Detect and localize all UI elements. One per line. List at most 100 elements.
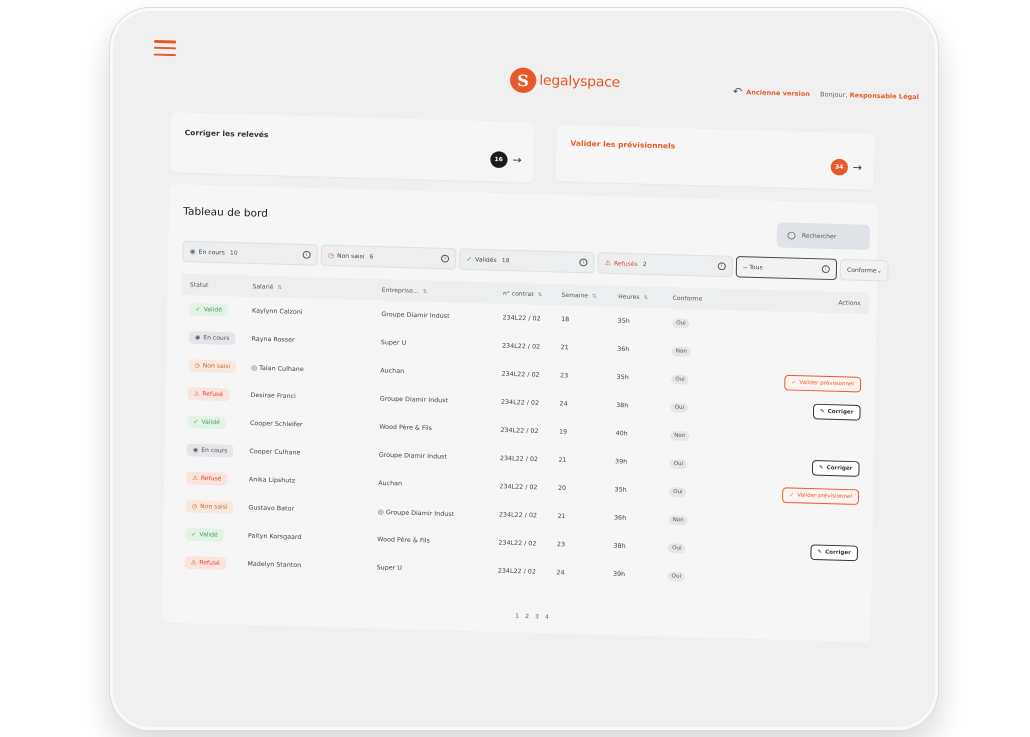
page-link[interactable]: 4 <box>545 614 549 621</box>
column-header[interactable]: n° contrat ⇅ <box>495 282 554 305</box>
filter-label: Refusés <box>613 259 638 268</box>
filter-en-cours[interactable]: ◉ En cours 10 i <box>182 240 318 266</box>
company-cell: Super U <box>372 328 494 359</box>
warning-icon: ⚠ <box>193 390 200 398</box>
company-name: Auchan <box>378 479 403 488</box>
fix-button[interactable]: ✎ Corriger <box>812 403 861 421</box>
fix-card-action[interactable]: 16 → <box>489 151 522 169</box>
actions-cell: ✎ Corriger <box>720 535 864 567</box>
logo: S legalyspace <box>509 67 620 95</box>
search-input[interactable]: ○ Rechercher <box>776 222 871 251</box>
conform-cell: Oui <box>659 562 720 592</box>
employee-name: Kaylynn Calzoni <box>252 307 303 316</box>
status-badge: ⚠ Refusé <box>187 387 230 402</box>
status-cell: ✓ Validé <box>179 408 242 438</box>
all-select[interactable]: -- Tous i <box>735 256 838 281</box>
validate-forecast-button[interactable]: ✓ Valider prévisionnel <box>784 374 862 392</box>
actions-cell <box>724 310 868 342</box>
conform-pill: Oui <box>672 317 690 329</box>
employee-cell: Kaylynn Calzoni <box>244 297 374 329</box>
validate-forecasts-card[interactable]: Valider les prévisionnels 34 → <box>555 124 875 190</box>
employee-cell: Gustavo Bator <box>240 494 370 526</box>
conform-cell: Oui <box>661 449 722 479</box>
status-label: Refusé <box>202 390 224 399</box>
menu-icon[interactable] <box>153 39 177 57</box>
conform-cell: Oui <box>661 477 722 507</box>
user-role[interactable]: Responsable Légal <box>850 91 919 101</box>
company-name: Super U <box>380 339 407 347</box>
status-label: Non saisi <box>202 362 231 371</box>
hours-cell: 39h <box>612 570 626 579</box>
old-version-link[interactable]: ↶ Ancienne version <box>733 85 810 100</box>
actions-cell <box>720 563 864 595</box>
company-cell: ◎ Groupe Diamir Indust <box>369 497 491 528</box>
conform-pill: Non <box>671 345 691 357</box>
page-link[interactable]: 2 <box>525 613 529 620</box>
conform-pill: Oui <box>667 542 686 554</box>
employee-cell: Desirae Franci <box>242 381 372 413</box>
employee-cell: Cooper Schleifer <box>242 409 372 441</box>
filter-valides[interactable]: ✓ Validés 18 i <box>458 248 595 274</box>
fix-button[interactable]: ✎ Corriger <box>811 459 860 477</box>
fix-statements-card[interactable]: Corriger les relevés 16 → <box>169 112 535 183</box>
table-body: ✓ Validé Kaylynn Calzoni Groupe Diamir Indu… <box>176 295 868 595</box>
actions-cell: ✎ Corriger <box>722 451 866 483</box>
sort-icon: ⇅ <box>422 288 428 295</box>
hours-cell: 35h <box>616 374 629 382</box>
header-right: ↶ Ancienne version Bonjour, Responsable … <box>733 85 919 103</box>
fix-button[interactable]: ✎ Corriger <box>810 543 859 561</box>
conforme-dropdown[interactable]: Conforme ⌄ <box>839 258 889 282</box>
employee-cell: Madelyn Stanton <box>239 550 369 582</box>
employee-name: Madelyn Stanton <box>247 560 302 570</box>
status-badge: ◷ Non saisi <box>188 359 237 374</box>
column-header: Conforme <box>672 294 703 303</box>
sort-icon: ⇅ <box>643 294 649 301</box>
fix-card-title: Corriger les relevés <box>184 128 269 140</box>
status-filters: ◉ En cours 10 i ◷ Non saisi 6 i ✓ Validé… <box>182 240 889 282</box>
company-name: Groupe Diamir Indust <box>385 508 455 518</box>
check-icon: ✓ <box>193 418 199 426</box>
company-cell: Wood Père & Fils <box>371 413 493 444</box>
conform-cell: Non <box>660 505 721 535</box>
conform-pill: Non <box>670 430 690 441</box>
filter-count: 2 <box>642 260 647 268</box>
company-cell: Super U <box>368 553 490 584</box>
column-header[interactable]: Heures ⇅ <box>610 286 665 309</box>
check-icon: ✓ <box>791 379 797 386</box>
status-cell: ◉ En cours <box>179 436 242 466</box>
warning-icon: ⚠ <box>604 259 612 268</box>
info-icon: i <box>302 250 311 259</box>
contract-cell: 234L22 / 02 <box>500 398 540 407</box>
week-cell: 21 <box>558 456 567 464</box>
page-link[interactable]: 3 <box>535 613 539 620</box>
contract-cell: 234L22 / 02 <box>498 511 538 520</box>
filter-non-saisi[interactable]: ◷ Non saisi 6 i <box>320 244 457 270</box>
week-cell: 23 <box>560 372 569 380</box>
employee-cell: Rayna Rosser <box>243 325 373 357</box>
filter-label: En cours <box>198 248 225 256</box>
contract-cell: 234L22 / 02 <box>501 342 541 351</box>
status-label: Non saisi <box>200 503 228 511</box>
contract-cell: 234L22 / 02 <box>497 567 536 576</box>
column-header[interactable]: Semaine ⇅ <box>553 284 610 307</box>
hours-cell: 40h <box>615 430 628 438</box>
status-cell: ✓ Validé <box>181 295 244 325</box>
hours-cell: 38h <box>613 542 626 550</box>
validate-forecast-button[interactable]: ✓ Valider prévisionnel <box>782 486 860 505</box>
status-label: Refusé <box>199 559 220 567</box>
column-header: Statut <box>189 281 209 289</box>
sort-icon: ⇅ <box>592 293 597 300</box>
company-cell: Auchan <box>372 357 494 388</box>
filter-label: Non saisi <box>337 252 365 260</box>
page-link[interactable]: 1 <box>515 613 519 620</box>
employee-name: Talan Culhane <box>259 364 304 373</box>
validate-card-action[interactable]: 34 → <box>830 158 862 176</box>
filter-refuses[interactable]: ⚠ Refusés 2 i <box>597 252 734 278</box>
company-name: Wood Père & Fils <box>377 536 430 545</box>
check-icon: ✓ <box>789 491 795 498</box>
actions-cell: ✓ Valider prévisionnel <box>723 366 867 398</box>
pencil-icon: ✎ <box>817 548 823 555</box>
check-icon: ✓ <box>191 531 197 539</box>
status-cell: ◷ Non saisi <box>177 492 240 522</box>
actions-cell: ✎ Corriger <box>723 394 867 426</box>
